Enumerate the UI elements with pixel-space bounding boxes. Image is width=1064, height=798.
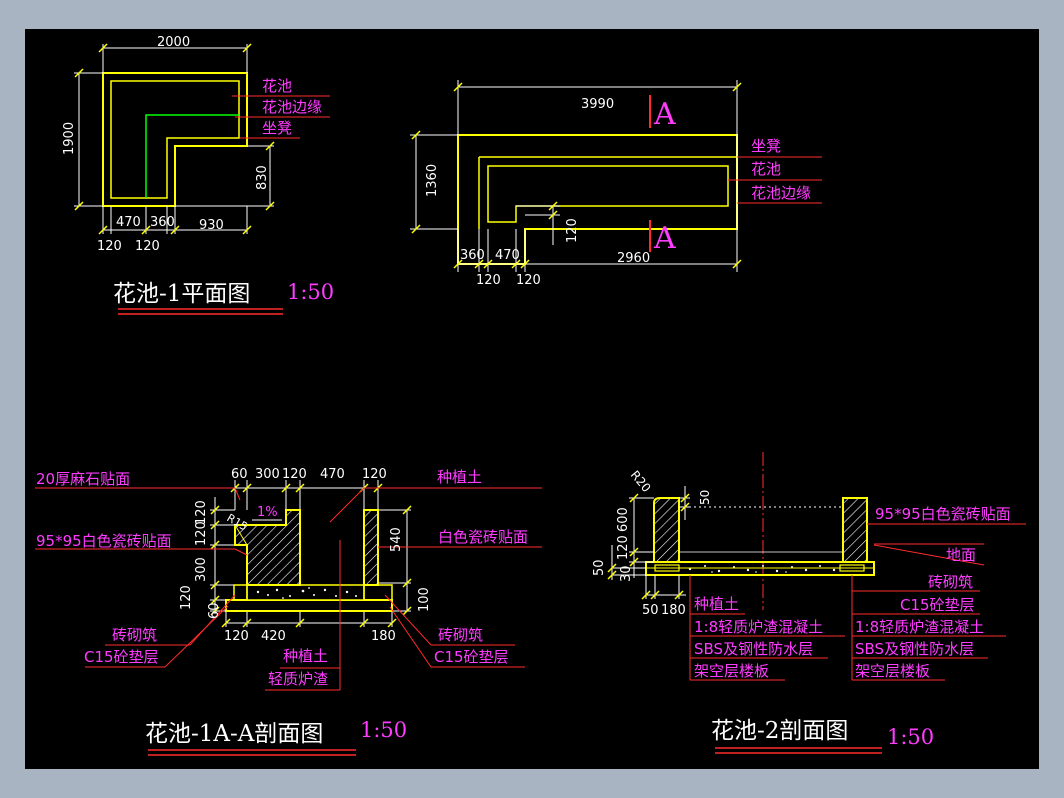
section1-label-soil-top: 种植土 (437, 468, 482, 486)
section1-dim-bottom-2: 420 (261, 629, 286, 644)
plan2-label-pool: 花池 (751, 160, 781, 178)
plan2-dim-left: 1360 (425, 164, 440, 197)
plan1-scale: 1:50 (287, 280, 334, 304)
section1-label-brick-left: 砖砌筑 (112, 626, 157, 644)
section2-scale: 1:50 (887, 725, 934, 749)
section2-dim-left-1: 600 (616, 507, 631, 532)
plan1-drawing: 2000 1900 830 470 360 930 120 120 花池 花池边… (62, 35, 334, 315)
section1-slope: 1% (257, 505, 278, 520)
section2-radius: R20 (628, 468, 654, 495)
section1-dim-left-2: 120 (194, 521, 209, 546)
section2-title: 花池-2剖面图 (711, 718, 848, 744)
section1-dim-right-1: 540 (389, 527, 404, 552)
section1-dim-top-5: 120 (362, 467, 387, 482)
plan1-dim-b4: 120 (97, 239, 122, 254)
section1-label-tile-left: 95*95白色瓷砖贴面 (36, 532, 172, 550)
section1-dim-left-4: 120 (179, 585, 194, 610)
plan2-dim-b1: 360 (460, 248, 485, 263)
section1-dim-bottom-3: 180 (371, 629, 396, 644)
plan2-section-mark-bottom: A (653, 221, 676, 256)
plan2-pool-outline (487, 165, 729, 223)
section2-label-right-layer-2: SBS及钢性防水层 (855, 640, 974, 658)
section2-label-c15: C15砼垫层 (900, 596, 975, 614)
plan2-dim-b4: 120 (476, 273, 501, 288)
section1-label-brick-right: 砖砌筑 (438, 626, 483, 644)
section1-dim-top-3: 120 (282, 467, 307, 482)
section2-dim-top: 50 (698, 490, 712, 505)
section2-drawing: R20 50 600 120 50 30 50 180 95*95白色瓷砖贴面 … (592, 452, 1026, 754)
plan2-dim-b5: 120 (516, 273, 541, 288)
section2-dim-left-4: 30 (619, 565, 634, 582)
plan2-dim-b2: 470 (495, 248, 520, 263)
section2-dim-left-2: 120 (616, 535, 631, 560)
plan1-label-pool: 花池 (262, 77, 292, 95)
plan1-dim-b3: 930 (199, 218, 224, 233)
section2-label-left-layer-2: 1:8轻质炉渣混凝土 (694, 618, 823, 636)
plan1-outline (102, 72, 248, 207)
section2-dim-bottom-2: 180 (661, 603, 686, 618)
section2-left-post (653, 497, 680, 563)
section2-label-ground: 地面 (946, 546, 976, 564)
plan2-label-bench: 坐凳 (751, 137, 781, 155)
section1-right-wall (363, 509, 379, 586)
section1-label-slag: 轻质炉渣 (268, 670, 328, 688)
plan2-dim-b3: 2960 (617, 251, 650, 266)
plan2-outline (457, 134, 738, 265)
plan2-label-edge: 花池边缘 (751, 184, 811, 202)
section1-dim-top-4: 470 (320, 467, 345, 482)
section2-dim-bottom-1: 50 (642, 603, 659, 618)
plan2-drawing: A A 3990 1360 120 360 470 2960 120 120 坐… (410, 80, 822, 288)
section1-label-tile-right: 白色瓷砖贴面 (438, 528, 528, 546)
plan1-bench-line (145, 114, 239, 198)
plan1-dim-left: 1900 (62, 122, 77, 155)
plan1-title: 花池-1平面图 (113, 281, 250, 307)
plan1-dim-top: 2000 (157, 35, 190, 50)
section2-dim-left-3: 50 (592, 559, 607, 576)
section1-title: 花池-1A-A剖面图 (145, 721, 323, 747)
cad-drawing: 2000 1900 830 470 360 930 120 120 花池 花池边… (35, 35, 1026, 756)
section2-label-tile: 95*95白色瓷砖贴面 (875, 505, 1011, 523)
plan1-dim-right: 830 (255, 165, 270, 190)
plan1-dim-b2: 360 (150, 215, 175, 230)
plan1-dim-b5: 120 (135, 239, 160, 254)
plan1-dim-b1: 470 (116, 215, 141, 230)
section2-label-left-layer-4: 架空层楼板 (694, 662, 769, 680)
section1-scale: 1:50 (360, 718, 407, 742)
section1-dim-top-2: 300 (255, 467, 280, 482)
section1-dim-left-5: 60 (207, 602, 222, 619)
section2-label-brick: 砖砌筑 (928, 573, 973, 591)
plan2-section-mark-top: A (653, 97, 676, 132)
section2-label-right-layer-3: 架空层楼板 (855, 662, 930, 680)
section2-right-post (842, 497, 868, 563)
section2-label-left-layer-3: SBS及钢性防水层 (694, 640, 813, 658)
section1-drawing: 1% R15 60 300 120 470 120 120 120 300 12… (35, 467, 542, 756)
section1-label-soil-bottom: 种植土 (283, 647, 328, 665)
plan2-dim-right: 120 (565, 218, 580, 243)
section1-dim-right-2: 100 (417, 587, 432, 612)
section1-label-finish-top: 20厚麻石贴面 (36, 470, 130, 488)
plan1-label-edge: 花池边缘 (262, 98, 322, 116)
section1-dim-bottom-1: 120 (224, 629, 249, 644)
section2-label-left-layer-1: 种植土 (694, 595, 739, 613)
section2-label-right-layer-1: 1:8轻质炉渣混凝土 (855, 618, 984, 636)
section1-dim-top-1: 60 (231, 467, 248, 482)
section1-dim-left-3: 300 (194, 557, 209, 582)
section1-label-c15-right: C15砼垫层 (434, 648, 509, 666)
section1-label-c15-left: C15砼垫层 (84, 648, 159, 666)
plan1-label-bench: 坐凳 (262, 119, 292, 137)
cad-drawing-canvas: 2000 1900 830 470 360 930 120 120 花池 花池边… (25, 29, 1039, 769)
plan2-dim-top: 3990 (581, 97, 614, 112)
